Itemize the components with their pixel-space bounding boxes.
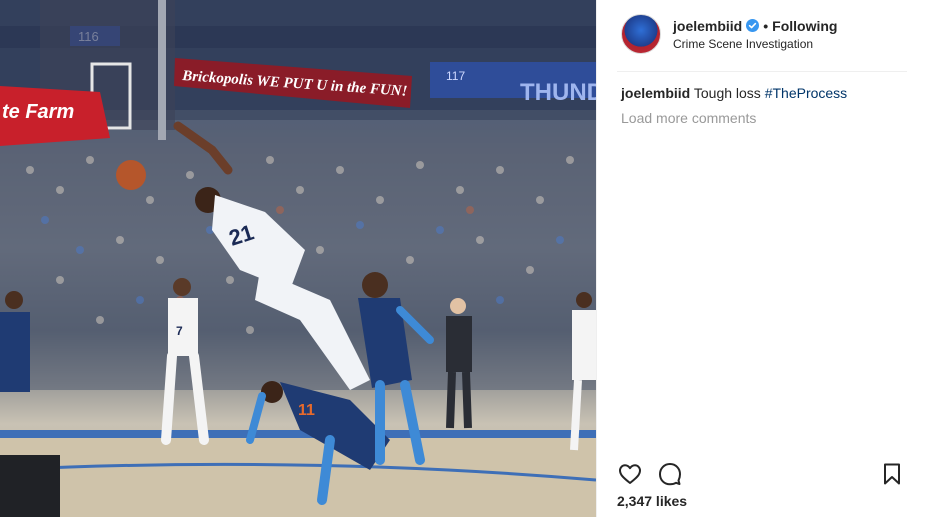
post-header: joelembiid • Following Crime Scene Inves…	[621, 14, 905, 54]
avatar[interactable]	[621, 14, 661, 54]
hashtag-link[interactable]: #TheProcess	[765, 85, 847, 101]
comment-icon[interactable]	[657, 461, 683, 487]
section-label-117: 117	[446, 69, 465, 83]
bookmark-icon[interactable]	[879, 461, 905, 487]
comments-section: joelembiid Tough loss #TheProcess Load m…	[621, 84, 905, 127]
sponsor-sign-text: te Farm	[2, 101, 74, 123]
username-link[interactable]: joelembiid	[673, 18, 742, 34]
likes-count[interactable]: 2,347 likes	[617, 493, 687, 509]
instagram-post: 116 117 THUND te Farm Brickopolis WE PUT…	[0, 0, 925, 517]
caption-text: Tough loss	[693, 85, 761, 101]
caption: joelembiid Tough loss #TheProcess	[621, 84, 905, 102]
post-sidebar: joelembiid • Following Crime Scene Inves…	[596, 0, 925, 517]
heart-icon[interactable]	[617, 461, 643, 487]
load-more-comments-button[interactable]: Load more comments	[621, 109, 756, 127]
header-row: joelembiid • Following	[673, 18, 837, 34]
arena-banner-text: THUND	[520, 79, 596, 106]
teammate-number: 7	[176, 324, 183, 338]
location-link[interactable]: Crime Scene Investigation	[673, 37, 837, 51]
dunk-photo-illustration: 116 117 THUND te Farm Brickopolis WE PUT…	[0, 0, 596, 517]
separator-dot: •	[763, 17, 769, 34]
defender-number: 11	[298, 402, 315, 419]
action-bar	[617, 460, 905, 488]
caption-author-link[interactable]: joelembiid	[621, 85, 690, 101]
verified-badge-icon	[746, 19, 760, 32]
header-text: joelembiid • Following Crime Scene Inves…	[673, 18, 837, 51]
header-divider	[617, 71, 907, 72]
following-button[interactable]: Following	[772, 18, 837, 34]
post-photo[interactable]: 116 117 THUND te Farm Brickopolis WE PUT…	[0, 0, 596, 517]
